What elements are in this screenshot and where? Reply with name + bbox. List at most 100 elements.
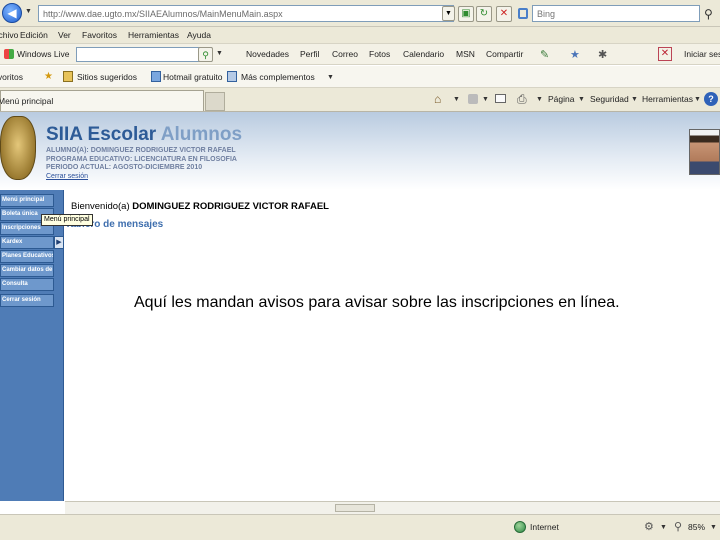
search-icon[interactable]: ⚲: [704, 7, 713, 21]
program-label: PROGRAMA EDUCATIVO:: [46, 155, 133, 163]
menu-tools[interactable]: Herramientas: [128, 29, 179, 41]
command-tools[interactable]: Herramientas: [642, 93, 693, 105]
history-dropdown-icon[interactable]: ▼: [25, 8, 32, 15]
safety-dropdown-icon[interactable]: ▼: [631, 96, 638, 103]
tab-title: Menú principal: [0, 96, 54, 106]
live-search-input[interactable]: [76, 47, 212, 62]
sidebar-item-logout[interactable]: Cerrar sesión: [0, 294, 54, 307]
favorites-item-suggested-sites[interactable]: Sitios sugeridos: [77, 71, 137, 83]
signin-link[interactable]: Iniciar sesión: [684, 48, 720, 60]
home-icon[interactable]: ⌂: [434, 92, 441, 106]
bing-icon: [518, 8, 528, 19]
student-row: ALUMNO(A): DOMINGUEZ RODRIGUEZ VICTOR RA…: [46, 147, 237, 156]
live-search-icon[interactable]: ⚲: [198, 47, 213, 62]
command-page[interactable]: Página: [548, 93, 574, 105]
protected-mode-dropdown-icon[interactable]: ▼: [660, 524, 667, 531]
addons-icon: [227, 71, 237, 82]
student-info: ALUMNO(A): DOMINGUEZ RODRIGUEZ VICTOR RA…: [46, 147, 237, 181]
student-label: ALUMNO(A):: [46, 147, 89, 154]
sidebar-item-change-data[interactable]: Cambiar datos de interés: [0, 264, 54, 277]
home-dropdown-icon[interactable]: ▼: [453, 96, 460, 103]
favorites-button[interactable]: Favoritos: [0, 71, 23, 83]
live-link-news[interactable]: Novedades: [246, 48, 289, 60]
university-seal-icon: [0, 116, 36, 180]
stop-icon[interactable]: ✕: [496, 6, 512, 22]
zoom-level[interactable]: 85%: [688, 521, 705, 533]
live-link-calendar[interactable]: Calendario: [403, 48, 444, 60]
feeds-icon[interactable]: [468, 94, 478, 104]
tab-menu-principal[interactable]: Menú principal: [0, 90, 204, 111]
live-link-mail[interactable]: Correo: [332, 48, 358, 60]
options-icon[interactable]: ✱: [598, 48, 607, 61]
print-dropdown-icon[interactable]: ▼: [536, 96, 543, 103]
main-content: Bienvenido(a) DOMINGUEZ RODRIGUEZ VICTOR…: [65, 190, 720, 501]
protected-mode-icon[interactable]: ⚙: [644, 520, 654, 533]
mail-icon[interactable]: [495, 94, 506, 103]
messenger-icon[interactable]: ★: [570, 48, 580, 61]
sidebar-item-main-menu[interactable]: Menú principal: [0, 194, 54, 207]
menu-view[interactable]: Ver: [58, 29, 71, 41]
edit-icon[interactable]: ✎: [540, 48, 549, 61]
horizontal-scrollbar[interactable]: [65, 501, 720, 514]
program-row: PROGRAMA EDUCATIVO: LICENCIATURA EN FILO…: [46, 156, 237, 165]
sidebar-item-kardex[interactable]: Kardex: [0, 236, 54, 249]
student-name: DOMINGUEZ RODRIGUEZ VICTOR RAFAEL: [90, 147, 236, 154]
suggested-sites-icon: [63, 71, 73, 82]
app-header: SIIA Escolar Alumnos ALUMNO(A): DOMINGUE…: [0, 112, 720, 190]
welcome-name: DOMINGUEZ RODRIGUEZ VICTOR RAFAEL: [132, 201, 329, 212]
hotmail-icon: [151, 71, 161, 82]
period-row: PERIODO ACTUAL: AGOSTO-DICIEMBRE 2010: [46, 164, 237, 173]
menu-edit[interactable]: Edición: [20, 29, 48, 41]
live-search-dropdown-icon[interactable]: ▼: [216, 50, 223, 57]
address-dropdown-icon[interactable]: ▼: [442, 6, 455, 21]
favorites-item-more-addons[interactable]: Más complementos: [241, 71, 315, 83]
zoom-icon[interactable]: ⚲: [674, 520, 682, 533]
address-toolbar: ◀ ▼ ▼ ▣ ↻ ✕ ⚲: [0, 0, 720, 27]
tab-and-command-bar: Menú principal ⌂ ▼ ▼ ⎙ ▼ Página ▼ Seguri…: [0, 88, 720, 112]
command-safety[interactable]: Seguridad: [590, 93, 629, 105]
app-title-sub: Alumnos: [160, 124, 243, 145]
app-title-main: SIIA Escolar: [46, 124, 157, 145]
welcome-line: Bienvenido(a) DOMINGUEZ RODRIGUEZ VICTOR…: [71, 201, 329, 212]
more-addons-dropdown-icon[interactable]: ▼: [327, 74, 334, 81]
app-title: SIIA Escolar Alumnos: [46, 124, 242, 146]
submenu-arrow-icon[interactable]: ▶: [54, 236, 64, 249]
help-icon[interactable]: ?: [704, 92, 718, 106]
sidebar-item-study-plans[interactable]: Planes Educativos: [0, 250, 54, 263]
live-link-profile[interactable]: Perfil: [300, 48, 319, 60]
tools-dropdown-icon[interactable]: ▼: [694, 96, 701, 103]
compatibility-icon[interactable]: ▣: [458, 6, 474, 22]
page-dropdown-icon[interactable]: ▼: [578, 96, 585, 103]
menu-favorites[interactable]: Favoritos: [82, 29, 117, 41]
add-favorite-icon[interactable]: ★: [44, 71, 53, 82]
refresh-icon[interactable]: ↻: [476, 6, 492, 22]
menu-help[interactable]: Ayuda: [187, 29, 211, 41]
scrollbar-thumb[interactable]: [335, 504, 375, 512]
annotation-text: Aquí les mandan avisos para avisar sobre…: [134, 294, 620, 311]
back-icon[interactable]: ◀: [2, 3, 22, 23]
windows-live-brand[interactable]: Windows Live: [17, 48, 69, 60]
zone-label: Internet: [530, 522, 559, 532]
search-input[interactable]: [532, 5, 700, 22]
windows-logo-icon: [4, 49, 14, 59]
logout-link[interactable]: Cerrar sesión: [46, 173, 237, 182]
period-label: PERIODO ACTUAL:: [46, 164, 112, 171]
live-link-photos[interactable]: Fotos: [369, 48, 390, 60]
print-icon[interactable]: ⎙: [517, 92, 527, 107]
favorites-item-hotmail[interactable]: Hotmail gratuito: [163, 71, 223, 83]
new-tab-button[interactable]: [205, 92, 225, 111]
sidebar: Menú principal Boleta única Inscripcione…: [0, 190, 64, 501]
welcome-prefix: Bienvenido(a): [71, 201, 130, 212]
status-bar: Internet ⚙ ▼ ⚲ 85% ▼: [0, 514, 720, 540]
feeds-dropdown-icon[interactable]: ▼: [482, 96, 489, 103]
sidebar-item-consult[interactable]: Consulta: [0, 278, 54, 291]
live-link-msn[interactable]: MSN: [456, 48, 475, 60]
live-link-share[interactable]: Compartir: [486, 48, 523, 60]
menu-file[interactable]: Archivo: [0, 29, 18, 41]
period-value: AGOSTO-DICIEMBRE 2010: [112, 164, 203, 171]
student-photo: [689, 129, 720, 175]
internet-zone-icon: [514, 521, 526, 533]
toolbar-close-icon[interactable]: ✕: [658, 47, 672, 61]
zoom-dropdown-icon[interactable]: ▼: [710, 524, 717, 531]
address-input[interactable]: [38, 5, 454, 22]
